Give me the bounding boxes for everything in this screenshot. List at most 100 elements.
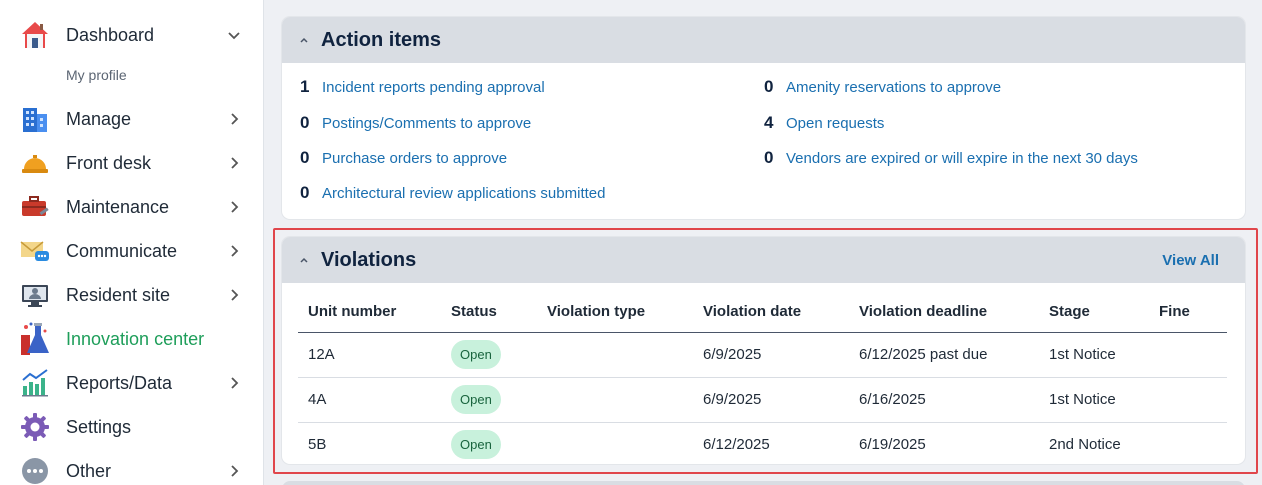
sidebar-item-label: Resident site (66, 284, 171, 305)
column-header[interactable]: Fine (1149, 291, 1227, 333)
view-all-link[interactable]: View All (1162, 252, 1219, 269)
sidebar-item-label: Front desk (66, 152, 152, 173)
action-item-count: 1 (300, 77, 310, 96)
sidebar-item-other[interactable]: Other (0, 449, 263, 485)
sidebar-item-resident-site[interactable]: Resident site (0, 273, 263, 317)
collapse-caret-icon[interactable] (296, 252, 312, 268)
column-header[interactable]: Violation date (693, 291, 849, 333)
action-item: 4 Open requests (764, 113, 884, 133)
action-item-count: 0 (764, 148, 774, 167)
sidebar-item-label: Other (66, 460, 112, 481)
violation-date-cell: 6/12/2025 (703, 436, 770, 454)
chevron-right-icon (226, 287, 242, 303)
chevron-right-icon (226, 375, 242, 391)
unit-number-cell: 5B (308, 436, 327, 454)
lab-flask-icon (19, 322, 51, 355)
chevron-right-icon (226, 199, 242, 215)
chevron-right-icon (226, 111, 242, 127)
action-item: 0 Architectural review applications subm… (300, 183, 605, 203)
sidebar-subitem-my-profile[interactable]: My profile (66, 67, 127, 83)
fine-cell (1149, 422, 1227, 464)
sidebar-item-settings[interactable]: Settings (0, 405, 263, 449)
column-header[interactable]: Status (441, 291, 537, 333)
sidebar-item-manage[interactable]: Manage (0, 97, 263, 141)
action-item-count: 4 (764, 113, 774, 132)
action-item-link[interactable]: Architectural review applications submit… (322, 185, 605, 202)
action-item-link[interactable]: Incident reports pending approval (322, 79, 545, 96)
house-icon (19, 19, 51, 51)
stage-cell: 1st Notice (1039, 332, 1149, 378)
chevron-down-icon[interactable] (226, 27, 242, 43)
chevron-right-icon (226, 155, 242, 171)
violation-date-cell: 6/9/2025 (693, 377, 849, 423)
column-header[interactable]: Stage (1039, 291, 1149, 333)
sidebar-item-communicate[interactable]: Communicate (0, 229, 263, 273)
action-item-link[interactable]: Open requests (786, 115, 884, 132)
sidebar-item-label: Maintenance (66, 196, 170, 217)
action-item-count: 0 (764, 77, 774, 96)
sidebar-item-label: Communicate (66, 240, 178, 261)
action-item: 0 Amenity reservations to approve (764, 77, 1001, 97)
violations-table: Unit number Status Violation type Violat… (298, 291, 1227, 464)
table-row[interactable]: 4A Open 6/9/2025 6/16/2025 1st Notice (298, 377, 1227, 423)
sidebar-item-label: Reports/Data (66, 372, 173, 393)
fine-cell (1149, 377, 1227, 423)
sidebar-item-maintenance[interactable]: Maintenance (0, 185, 263, 229)
action-items-title: Action items (321, 28, 442, 51)
sidebar-item-dashboard[interactable]: Dashboard (0, 13, 263, 57)
action-item-link[interactable]: Postings/Comments to approve (322, 115, 531, 132)
sidebar-item-label: Manage (66, 108, 132, 129)
sidebar: Dashboard My profile Manage Front desk M… (0, 0, 264, 485)
unit-number-cell: 4A (298, 377, 441, 423)
action-item: 0 Purchase orders to approve (300, 148, 507, 168)
action-item: 0 Postings/Comments to approve (300, 113, 531, 133)
violation-type-cell (537, 377, 693, 423)
status-cell: Open (441, 422, 537, 464)
sidebar-item-innovation-center[interactable]: Innovation center (0, 317, 263, 361)
building-icon (19, 103, 51, 135)
action-item-count: 0 (300, 148, 310, 167)
bar-chart-icon (19, 367, 51, 399)
violation-type-cell (537, 332, 693, 378)
violation-date-cell: 6/9/2025 (693, 332, 849, 378)
table-header-row: Unit number Status Violation type Violat… (298, 291, 1227, 333)
sidebar-item-label: Dashboard (66, 24, 155, 45)
violations-header: Violations View All (282, 237, 1245, 283)
table-row[interactable]: 5B Open 6/12/2025 6/19/2025 2nd Notice (298, 422, 1227, 464)
monitor-user-icon (19, 279, 51, 311)
service-bell-icon (19, 147, 51, 179)
action-item: 1 Incident reports pending approval (300, 77, 545, 97)
violation-type-cell (537, 422, 693, 464)
violations-title: Violations (321, 248, 417, 271)
status-badge: Open (451, 340, 501, 369)
violation-deadline-cell: 6/12/2025 past due (849, 332, 1039, 378)
stage-cell: 1st Notice (1039, 377, 1149, 423)
sidebar-item-front-desk[interactable]: Front desk (0, 141, 263, 185)
fine-cell (1149, 332, 1227, 378)
toolbox-icon (19, 191, 51, 223)
next-card-header (282, 481, 1245, 485)
sidebar-item-label: Settings (66, 416, 132, 437)
column-header[interactable]: Violation type (537, 291, 693, 333)
sidebar-item-label: Innovation center (66, 328, 205, 349)
status-cell: Open (441, 377, 537, 423)
violations-card: Violations View All Unit number Status V… (282, 237, 1245, 464)
chevron-right-icon (226, 463, 242, 479)
action-item-link[interactable]: Purchase orders to approve (322, 150, 507, 167)
column-header[interactable]: Unit number (298, 291, 441, 333)
violation-deadline-cell: 6/19/2025 (859, 436, 926, 454)
action-item-count: 0 (300, 183, 310, 202)
action-item-link[interactable]: Vendors are expired or will expire in th… (786, 150, 1138, 167)
chevron-right-icon (226, 243, 242, 259)
collapse-caret-icon[interactable] (296, 32, 312, 48)
action-item-link[interactable]: Amenity reservations to approve (786, 79, 1001, 96)
gear-icon (19, 411, 51, 443)
unit-number-cell: 12A (298, 332, 441, 378)
envelope-chat-icon (19, 235, 51, 267)
column-header[interactable]: Violation deadline (849, 291, 1039, 333)
action-items-header: Action items (282, 17, 1245, 63)
action-item-count: 0 (300, 113, 310, 132)
more-dots-icon (19, 455, 51, 485)
table-row[interactable]: 12A Open 6/9/2025 6/12/2025 past due 1st… (298, 332, 1227, 378)
sidebar-item-reports-data[interactable]: Reports/Data (0, 361, 263, 405)
